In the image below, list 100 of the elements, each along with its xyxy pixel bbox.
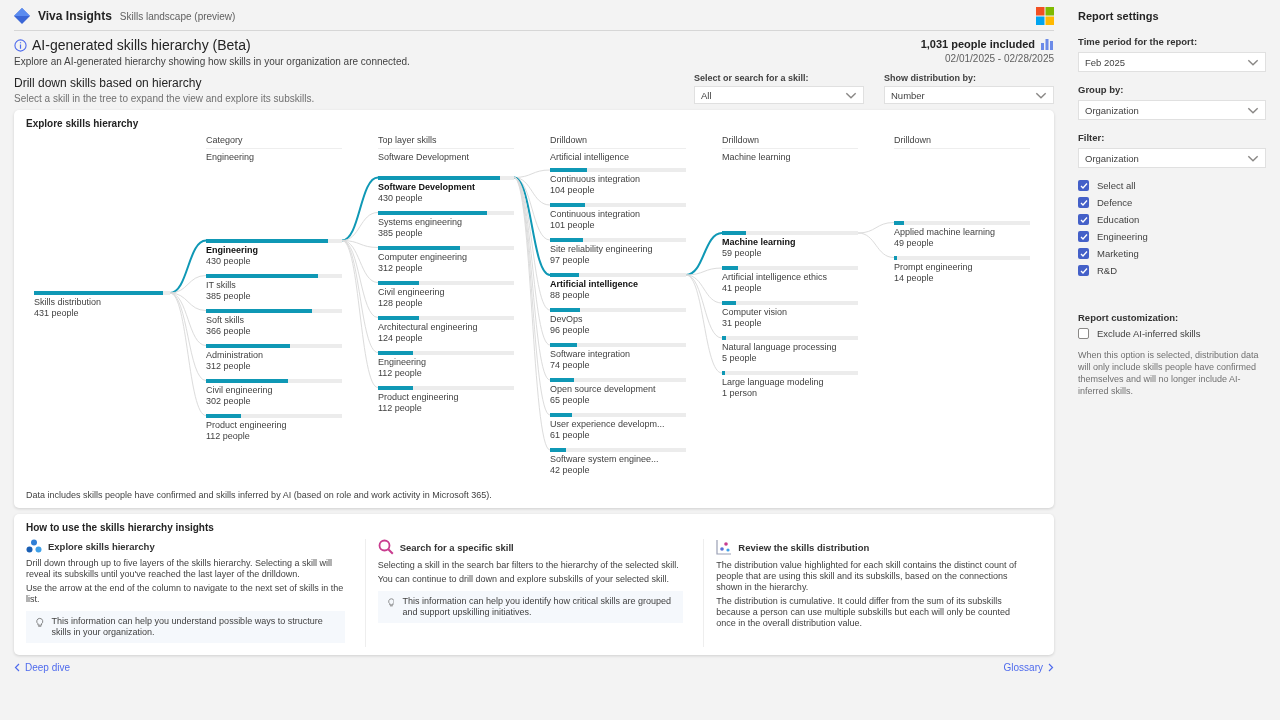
dropdown[interactable]: All bbox=[694, 86, 864, 104]
lightbulb-icon bbox=[387, 596, 395, 609]
skill-label[interactable]: Skills distribution bbox=[34, 297, 162, 308]
dropdown[interactable]: Organization bbox=[1078, 100, 1266, 120]
dropdown[interactable]: Organization bbox=[1078, 148, 1266, 168]
skill-label[interactable]: Applied machine learning bbox=[894, 226, 1022, 238]
dropdown-label: Select or search for a skill: bbox=[694, 73, 810, 83]
footnote: Data includes skills people have confirmed and skills inferred by AI (based on role and work activity in Microsoft 365). bbox=[26, 490, 493, 500]
checkbox-label: Education bbox=[1097, 214, 1140, 225]
skill-label[interactable]: Continuous integration bbox=[550, 174, 678, 185]
people-count: 5 people bbox=[722, 353, 758, 364]
section-title: Drill down skills based on hierarchy bbox=[14, 76, 203, 90]
skill-label[interactable]: Software integration bbox=[550, 349, 678, 360]
tip-text: This information can help you identify how critical skills are grouped and support upskilling initiatives. bbox=[402, 596, 673, 618]
info-icon[interactable] bbox=[14, 38, 27, 52]
people-count: 112 people bbox=[378, 402, 423, 414]
app-name: Viva Insights bbox=[38, 9, 112, 23]
skill-label[interactable]: Administration bbox=[206, 349, 334, 361]
skill-label[interactable]: Systems engineering bbox=[378, 216, 506, 228]
skill-label[interactable]: Computer engineering bbox=[378, 251, 506, 263]
skill-label[interactable]: Artificial intelligence ethics bbox=[722, 272, 850, 283]
skill-label[interactable]: DevOps bbox=[550, 314, 678, 325]
skill-label[interactable]: Large language modeling bbox=[722, 377, 850, 388]
people-count: 74 people bbox=[550, 360, 591, 371]
skill-label[interactable]: Site reliability engineering bbox=[550, 244, 678, 255]
people-count: 112 people bbox=[378, 367, 423, 379]
chevron-down-icon bbox=[845, 91, 857, 99]
checkbox-label: Marketing bbox=[1097, 248, 1139, 259]
skill-label[interactable]: Civil engineering bbox=[206, 384, 334, 396]
people-count: 366 people bbox=[206, 325, 252, 337]
paragraph: The distribution is cumulative. It could differ from the sum of its subskills because a person can use multiple subskills but each will only be counted once in the overall distribution value. bbox=[716, 596, 1011, 629]
skill-label[interactable]: Software system enginee... bbox=[550, 454, 678, 465]
people-count: 14 people bbox=[894, 272, 935, 284]
column-selection: Artificial intelligence bbox=[550, 151, 631, 162]
diamond-logo-icon bbox=[14, 8, 30, 24]
section-heading: Review the skills distribution bbox=[738, 541, 870, 553]
skill-label[interactable]: Continuous integration bbox=[550, 209, 678, 220]
checkbox[interactable] bbox=[1078, 180, 1089, 191]
skill-label[interactable]: Artificial intelligence bbox=[550, 279, 678, 290]
checkbox[interactable] bbox=[1078, 231, 1089, 242]
skill-label[interactable]: Machine learning bbox=[722, 237, 850, 248]
forward-link[interactable]: Glossary bbox=[1003, 662, 1054, 673]
paragraph: Selecting a skill in the search bar filters to the hierarchy of the selected skill. bbox=[377, 560, 680, 571]
skill-label[interactable]: User experience developm... bbox=[550, 419, 678, 430]
people-count: 312 people bbox=[206, 360, 252, 372]
people-count: 61 people bbox=[550, 430, 591, 441]
page-title: Skills landscape (preview) bbox=[119, 10, 236, 22]
skill-label[interactable]: Natural language processing bbox=[722, 342, 850, 353]
skill-label[interactable]: Architectural engineering bbox=[378, 321, 506, 333]
people-count: 42 people bbox=[550, 465, 591, 476]
people-count: 41 people bbox=[722, 283, 763, 294]
people-count: 104 people bbox=[550, 185, 596, 196]
people-count: 385 people bbox=[206, 290, 252, 302]
paragraph: Use the arrow at the end of the column to navigate to the next set of skills in the list. bbox=[26, 583, 345, 605]
report-title: AI-generated skills hierarchy (Beta) bbox=[32, 37, 251, 53]
skill-label[interactable]: Civil engineering bbox=[378, 286, 506, 298]
hierarchy-icon bbox=[26, 539, 42, 553]
checkbox[interactable] bbox=[1078, 265, 1089, 276]
customization-label: Report customization: bbox=[1078, 312, 1180, 323]
skill-label[interactable]: Open source development bbox=[550, 384, 678, 395]
people-count: 302 people bbox=[206, 395, 252, 407]
column-header: Category bbox=[206, 135, 342, 149]
report-description: Explore an AI-generated hierarchy showing how skills in your organization are connected. bbox=[14, 56, 410, 67]
settings-title: Report settings bbox=[1078, 10, 1160, 22]
dropdown[interactable]: Feb 2025 bbox=[1078, 52, 1266, 72]
bar-chart-icon[interactable] bbox=[1040, 37, 1054, 50]
skill-label[interactable]: Soft skills bbox=[206, 314, 334, 326]
dropdown-label: Time period for the report: bbox=[1078, 36, 1199, 47]
skill-label[interactable]: Engineering bbox=[378, 356, 506, 368]
skill-label[interactable]: Computer vision bbox=[722, 307, 850, 318]
people-count: 431 people bbox=[34, 308, 80, 319]
checkbox-label: Exclude AI-inferred skills bbox=[1097, 328, 1201, 339]
back-link[interactable]: Deep dive bbox=[14, 662, 71, 673]
section-heading: Search for a specific skill bbox=[399, 541, 514, 553]
skill-label[interactable]: Product engineering bbox=[378, 391, 506, 403]
four-squares-logo-icon bbox=[1036, 7, 1054, 25]
checkbox-label: Engineering bbox=[1097, 231, 1148, 242]
people-count: 312 people bbox=[378, 262, 424, 274]
checkbox-label: R&D bbox=[1097, 265, 1118, 276]
checkbox-label: Select all bbox=[1097, 180, 1136, 191]
checkbox[interactable] bbox=[1078, 197, 1089, 208]
skill-label[interactable]: Product engineering bbox=[206, 419, 334, 431]
lightbulb-icon bbox=[36, 616, 44, 629]
people-count: 430 people bbox=[378, 192, 424, 204]
card-title: Explore skills hierarchy bbox=[26, 118, 140, 129]
dropdown[interactable]: Number bbox=[884, 86, 1054, 104]
chevron-down-icon bbox=[1247, 154, 1259, 162]
chevron-left-icon bbox=[14, 663, 20, 672]
checkbox[interactable] bbox=[1078, 328, 1089, 339]
checkbox[interactable] bbox=[1078, 214, 1089, 225]
paragraph: The distribution value highlighted for each skill contains the distinct count of people that are using this skill and its subskills, based on the connections shown in the hierarchy. bbox=[716, 560, 1018, 593]
checkbox[interactable] bbox=[1078, 248, 1089, 259]
people-count: 385 people bbox=[378, 227, 424, 239]
skill-label[interactable]: Prompt engineering bbox=[894, 261, 1022, 273]
people-count: 124 people bbox=[378, 332, 424, 344]
skill-label[interactable]: Engineering bbox=[206, 244, 334, 256]
skill-label[interactable]: Software Development bbox=[378, 181, 506, 193]
skill-label[interactable]: IT skills bbox=[206, 279, 334, 291]
people-count: 112 people bbox=[206, 430, 251, 442]
people-count: 59 people bbox=[722, 248, 763, 259]
